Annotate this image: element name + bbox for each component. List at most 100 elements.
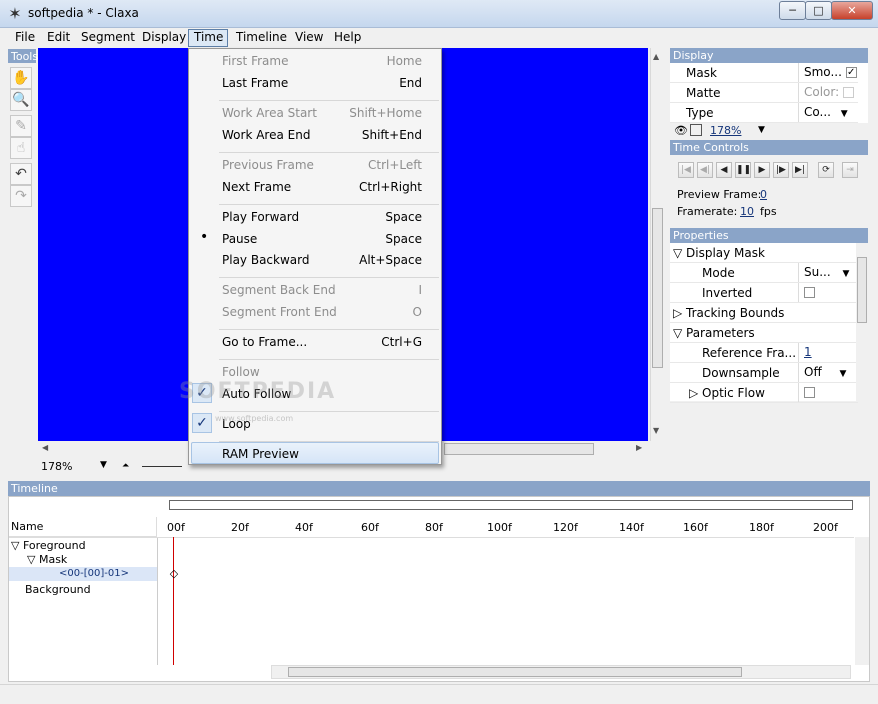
tools-panel-title: Tools (8, 49, 38, 64)
title-bar: ✶ softpedia * - Claxa ─ □ ✕ (0, 0, 878, 28)
scroll-down-arrow-icon[interactable]: ▼ (653, 426, 659, 435)
keyframe-marker-icon[interactable]: ◇ (163, 567, 185, 581)
undo-icon[interactable]: ↶ (10, 163, 32, 185)
loop-icon[interactable]: ⟳ (818, 162, 834, 178)
matte-color-swatch[interactable] (843, 87, 854, 98)
layer-background[interactable]: Background (25, 583, 91, 596)
time-controls-panel: |◀ ◀| ◀ ❚❚ ▶ |▶ ▶| ⟳ ⇥ Preview Frame: 0 … (670, 155, 868, 229)
display-type-value[interactable]: Co... ▼ (798, 103, 858, 122)
menu-segment[interactable]: Segment (81, 30, 135, 44)
smudge-tool-icon[interactable]: ☝ (10, 137, 32, 159)
scroll-left-arrow-icon[interactable]: ◀ (42, 443, 48, 452)
framerate-value[interactable]: 10 (740, 205, 754, 218)
prop-row-display-mask[interactable]: ▽ Display Mask (670, 243, 858, 263)
eye-icon[interactable]: 👁 (674, 124, 688, 137)
prop-row-reference-frame[interactable]: Reference Fra... 1 (670, 343, 858, 363)
zoom-tool-icon[interactable]: 🔍 (10, 89, 32, 111)
tick-100: 100f (487, 521, 512, 534)
menu-timeline[interactable]: Timeline (236, 30, 287, 44)
prop-row-parameters[interactable]: ▽ Parameters (670, 323, 858, 343)
display-mask-value[interactable]: Smo... ✓ (798, 63, 858, 82)
inverted-checkbox[interactable] (804, 287, 815, 298)
mask-checkbox[interactable]: ✓ (845, 67, 857, 78)
layer-foreground[interactable]: ▽ Foreground (11, 539, 86, 552)
scroll-right-arrow-icon[interactable]: ▶ (636, 443, 642, 452)
prev-frame-icon[interactable]: ◀| (697, 162, 713, 178)
hand-tool-icon[interactable]: ✋ (10, 67, 32, 89)
menu-view[interactable]: View (295, 30, 323, 44)
tick-140: 140f (619, 521, 644, 534)
display-zoom-arrow-icon[interactable]: ▼ (758, 125, 765, 135)
next-frame-icon[interactable]: |▶ (773, 162, 789, 178)
mode-dropdown-arrow-icon[interactable]: ▼ (843, 269, 850, 279)
prop-row-optic-flow[interactable]: ▷ Optic Flow (670, 383, 858, 403)
optic-flow-checkbox[interactable] (804, 387, 815, 398)
export-icon[interactable]: ⇥ (842, 162, 858, 178)
softpedia-watermark-url: www.softpedia.com (215, 414, 294, 423)
prop-row-tracking-bounds[interactable]: ▷ Tracking Bounds (670, 303, 858, 323)
display-matte-value[interactable]: Color: (798, 83, 858, 102)
pause-icon[interactable]: ❚❚ (735, 162, 751, 178)
time-menu-dropdown: First Frame Home Last Frame End Work Area … (179, 48, 442, 465)
tick-120: 120f (553, 521, 578, 534)
properties-scrollbar[interactable] (856, 243, 868, 401)
timeline-panel: Name 00f 20f 40f 60f 80f 100f 120f 140f … (8, 496, 870, 682)
loop-check-icon: ✓ (192, 413, 212, 433)
play-backward-icon[interactable]: ◀ (716, 162, 732, 178)
downsample-dropdown-arrow-icon[interactable]: ▼ (840, 369, 847, 379)
timeline-vscroll[interactable] (855, 537, 869, 665)
viewer-hscroll-thumb[interactable] (444, 443, 594, 455)
display-matte-row: Matte Color: (670, 83, 858, 103)
layer-mask[interactable]: ▽ Mask (27, 553, 67, 566)
play-forward-icon[interactable]: ▶ (754, 162, 770, 178)
prop-row-inverted[interactable]: Inverted (670, 283, 858, 303)
playhead[interactable] (173, 537, 174, 665)
menu-help[interactable]: Help (334, 30, 361, 44)
reference-frame-value[interactable]: 1 (804, 345, 812, 359)
last-frame-icon[interactable]: ▶| (792, 162, 808, 178)
minimize-button[interactable]: ─ (779, 1, 806, 20)
prop-row-mode[interactable]: Mode Su... ▼ (670, 263, 858, 283)
work-area-bar[interactable] (169, 500, 853, 510)
zoom-out-icon[interactable]: ⏶ (122, 461, 129, 471)
menu-file[interactable]: File (15, 30, 35, 44)
viewer-vscroll-thumb[interactable] (652, 208, 663, 368)
tick-80: 80f (425, 521, 443, 534)
zoom-dropdown-arrow-icon[interactable]: ▼ (100, 460, 107, 470)
display-zoom-value[interactable]: 178% (710, 124, 741, 137)
mode-value[interactable]: Su... ▼ (798, 263, 858, 282)
downsample-value[interactable]: Off ▼ (798, 363, 858, 382)
viewer-zoom-value[interactable]: 178% (41, 460, 72, 473)
timeline-hscroll-thumb[interactable] (288, 667, 742, 677)
close-button[interactable]: ✕ (831, 1, 873, 20)
timeline-title: Timeline (8, 481, 870, 496)
redo-icon[interactable]: ↷ (10, 185, 32, 207)
softpedia-watermark: SOFTPEDIA (179, 379, 337, 404)
framerate-unit: fps (760, 205, 777, 218)
tick-40: 40f (295, 521, 313, 534)
app-icon: ✶ (8, 4, 22, 23)
maximize-button[interactable]: □ (805, 1, 832, 20)
menu-display[interactable]: Display (142, 30, 186, 44)
frame-icon[interactable] (690, 124, 702, 136)
properties-panel: ▽ Display Mask Mode Su... ▼ Inverted ▷ Trac… (670, 243, 868, 403)
prop-row-downsample[interactable]: Downsample Off ▼ (670, 363, 858, 383)
preview-frame-label: Preview Frame: (677, 188, 762, 201)
menu-bar: File Edit Segment Display Time Timeline … (0, 28, 878, 48)
zoom-slider[interactable] (142, 466, 182, 467)
timeline-hscroll[interactable] (271, 665, 851, 679)
brush-tool-icon[interactable]: ✎ (10, 115, 32, 137)
scroll-up-arrow-icon[interactable]: ▲ (653, 52, 659, 61)
type-dropdown-arrow-icon[interactable]: ▼ (841, 109, 848, 119)
menu-edit[interactable]: Edit (47, 30, 70, 44)
window-title: softpedia * - Claxa (28, 6, 139, 20)
menu-time[interactable]: Time (194, 30, 223, 44)
layer-segment-row[interactable]: <00-[00]-01> (9, 567, 157, 581)
time-controls-title: Time Controls (670, 140, 868, 155)
first-frame-icon[interactable]: |◀ (678, 162, 694, 178)
tick-200: 200f (813, 521, 838, 534)
properties-scroll-thumb[interactable] (857, 257, 867, 323)
viewer-vertical-scrollbar[interactable]: ▲ ▼ (650, 48, 664, 441)
tick-180: 180f (749, 521, 774, 534)
preview-frame-value[interactable]: 0 (760, 188, 767, 201)
